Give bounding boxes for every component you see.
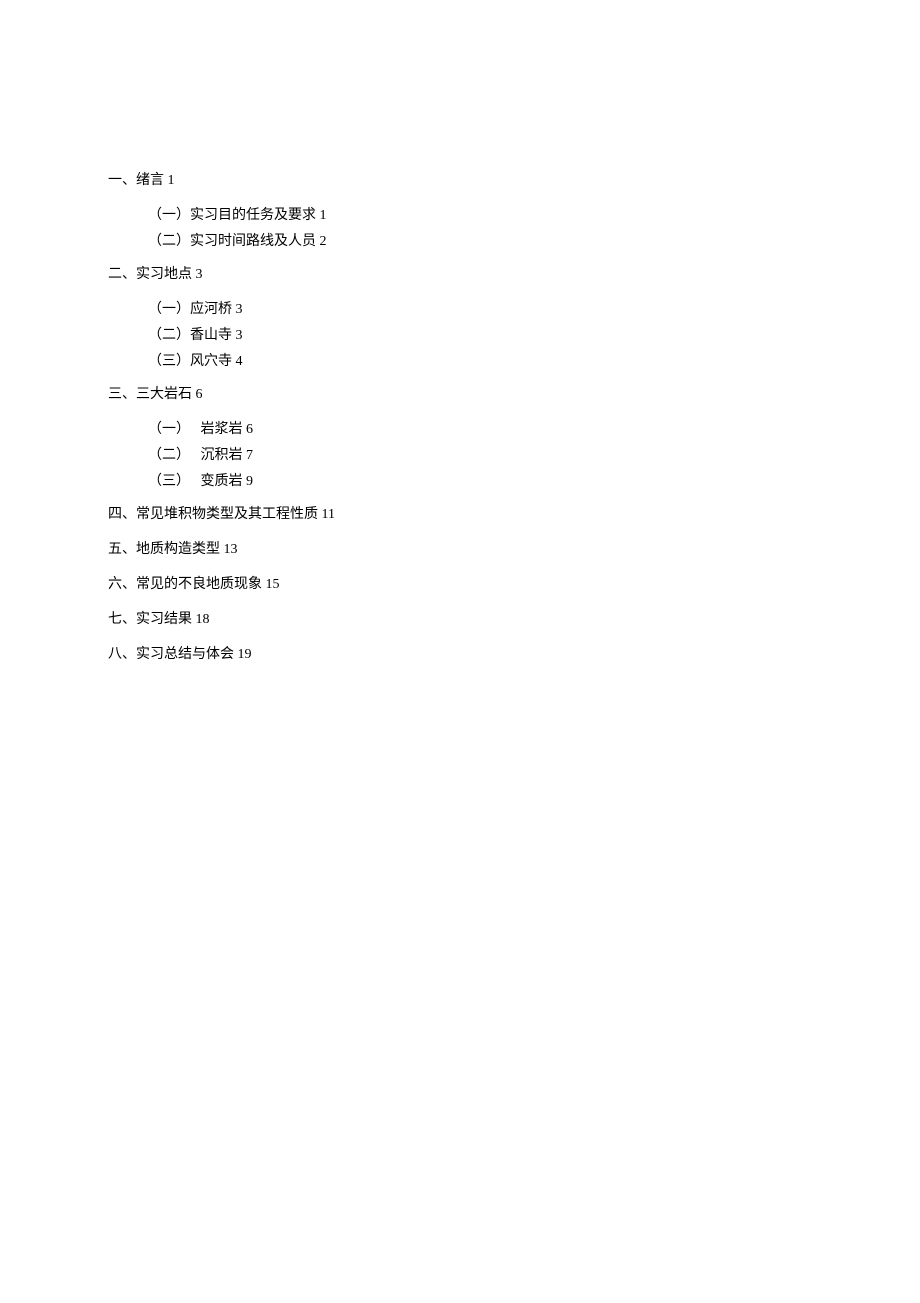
- toc-section-4: 四、常见堆积物类型及其工程性质 11: [108, 504, 920, 525]
- toc-section-2: 二、实习地点 3: [108, 264, 920, 285]
- toc-item-label: （一） 岩浆岩 6: [148, 422, 253, 437]
- toc-item-label: （一）实习目的任务及要求 1: [148, 208, 327, 223]
- toc-section-6: 六、常见的不良地质现象 15: [108, 574, 920, 595]
- toc-section-5-title: 五、地质构造类型 13: [108, 542, 238, 557]
- toc-section-7: 七、实习结果 18: [108, 609, 920, 630]
- toc-item-label: （二）实习时间路线及人员 2: [148, 234, 327, 249]
- toc-section-6-title: 六、常见的不良地质现象 15: [108, 577, 280, 592]
- toc-item: （一）应河桥 3: [148, 299, 920, 320]
- toc-section-1-subitems: （一）实习目的任务及要求 1 （二）实习时间路线及人员 2: [108, 205, 920, 252]
- toc-section-4-title: 四、常见堆积物类型及其工程性质 11: [108, 507, 335, 522]
- toc-item: （二）实习时间路线及人员 2: [148, 231, 920, 252]
- toc-item-label: （一）应河桥 3: [148, 302, 243, 317]
- toc-item: （二）香山寺 3: [148, 325, 920, 346]
- toc-section-3-subitems: （一） 岩浆岩 6 （二） 沉积岩 7 （三） 变质岩 9: [108, 419, 920, 492]
- toc-item-label: （二）香山寺 3: [148, 328, 243, 343]
- toc-item: （三） 变质岩 9: [148, 471, 920, 492]
- toc-item: （一）实习目的任务及要求 1: [148, 205, 920, 226]
- toc-item: （一） 岩浆岩 6: [148, 419, 920, 440]
- toc-section-1: 一、绪言 1: [108, 170, 920, 191]
- toc-section-5: 五、地质构造类型 13: [108, 539, 920, 560]
- toc-item: （三）风穴寺 4: [148, 351, 920, 372]
- toc-section-2-title: 二、实习地点 3: [108, 267, 203, 282]
- toc-section-7-title: 七、实习结果 18: [108, 612, 210, 627]
- toc-item-label: （二） 沉积岩 7: [148, 448, 253, 463]
- toc-section-3: 三、三大岩石 6: [108, 384, 920, 405]
- toc-section-1-title: 一、绪言 1: [108, 173, 175, 188]
- toc-section-2-subitems: （一）应河桥 3 （二）香山寺 3 （三）风穴寺 4: [108, 299, 920, 372]
- toc-item-label: （三）风穴寺 4: [148, 354, 243, 369]
- toc-section-8: 八、实习总结与体会 19: [108, 644, 920, 665]
- toc-item-label: （三） 变质岩 9: [148, 474, 253, 489]
- toc-section-3-title: 三、三大岩石 6: [108, 387, 203, 402]
- toc-item: （二） 沉积岩 7: [148, 445, 920, 466]
- toc-section-8-title: 八、实习总结与体会 19: [108, 647, 252, 662]
